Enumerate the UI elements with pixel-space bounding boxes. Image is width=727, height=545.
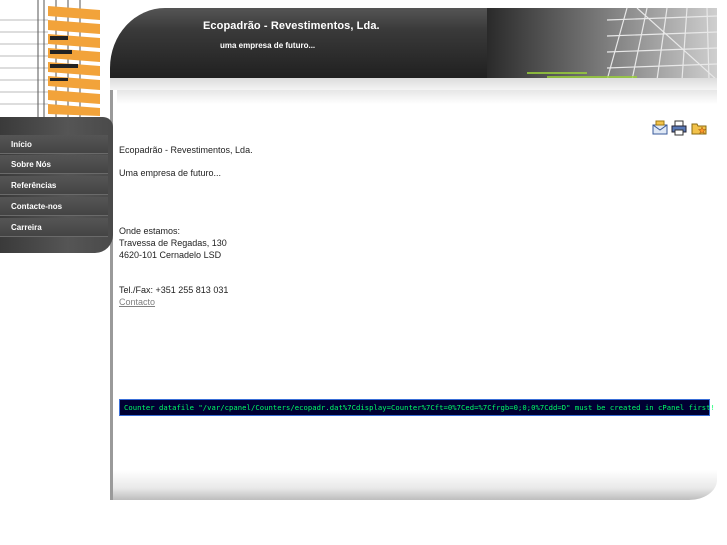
header-building-photo <box>487 8 717 80</box>
nav-item-contacte-nos[interactable]: Contacte-nos <box>0 197 108 216</box>
logo-building-graphic <box>0 0 110 118</box>
sidebar-nav: Início Sobre Nós Referências Contacte-no… <box>0 117 113 253</box>
favorites-icon[interactable] <box>691 120 707 136</box>
counter-error-bar: Counter datafile "/var/cpanel/Counters/e… <box>119 399 715 416</box>
company-tagline: Uma empresa de futuro... <box>119 168 222 178</box>
company-name: Ecopadrão - Revestimentos, Lda. <box>119 145 253 155</box>
print-icon[interactable] <box>671 120 687 136</box>
phone-fax: Tel./Fax: +351 255 813 031 <box>119 285 229 295</box>
nav-item-sobre-nos[interactable]: Sobre Nós <box>0 155 108 174</box>
header-banner: Ecopadrão - Revestimentos, Lda. uma empr… <box>110 8 717 80</box>
nav-item-referencias[interactable]: Referências <box>0 176 108 195</box>
nav-item-inicio[interactable]: Início <box>0 135 108 154</box>
site-subtitle: uma empresa de futuro... <box>220 41 316 50</box>
header-band <box>110 78 717 90</box>
footer-band <box>113 470 717 500</box>
contact-link[interactable]: Contacto <box>119 297 155 307</box>
address-line-2: 4620-101 Cernadelo LSD <box>119 250 222 260</box>
site-title: Ecopadrão - Revestimentos, Lda. <box>203 20 380 32</box>
address-line-1: Travessa de Regadas, 130 <box>119 238 227 248</box>
nav-item-carreira[interactable]: Carreira <box>0 218 108 237</box>
email-icon[interactable] <box>652 120 668 136</box>
counter-error-text: Counter datafile "/var/cpanel/Counters/e… <box>124 403 715 412</box>
location-label: Onde estamos: <box>119 226 181 236</box>
